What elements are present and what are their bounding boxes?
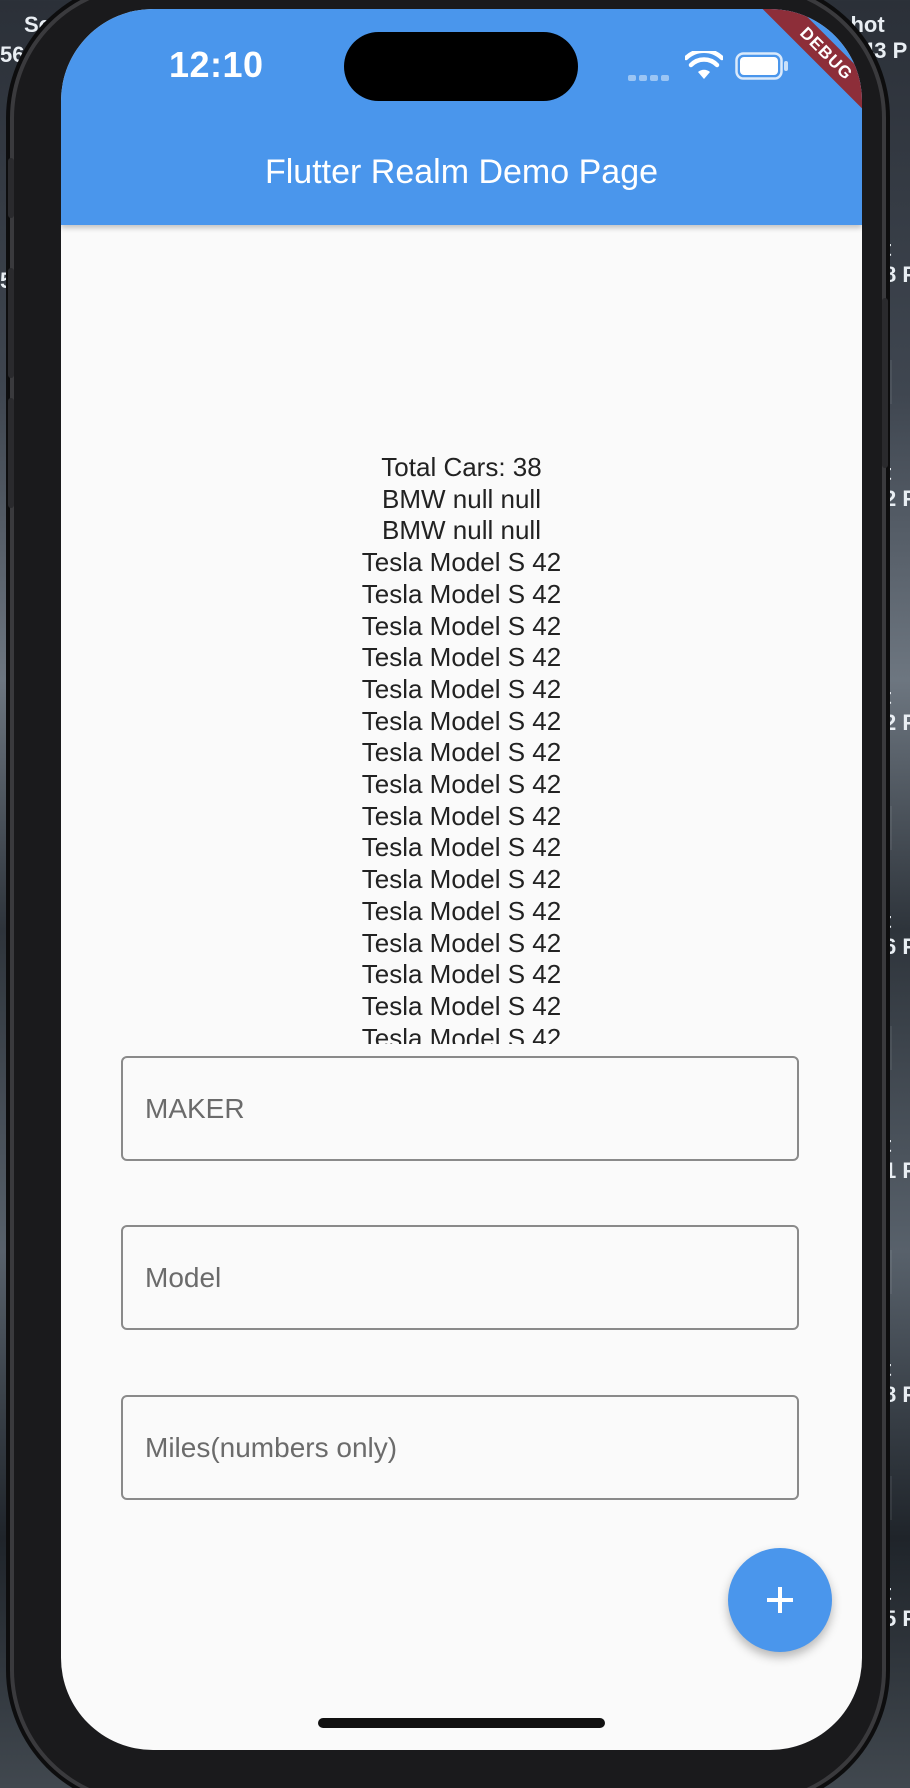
desktop-file-label[interactable]: t 5 P bbox=[884, 1580, 910, 1632]
desktop-file-label[interactable]: t 6 P bbox=[884, 908, 910, 960]
car-list-item: Tesla Model S 42 bbox=[361, 832, 562, 863]
desktop-file-label[interactable]: t 2 P bbox=[884, 684, 910, 736]
desktop-file-name: t bbox=[884, 1356, 892, 1381]
battery-icon bbox=[735, 52, 788, 80]
desktop-file-date: 8 P bbox=[884, 262, 910, 287]
cars-list[interactable]: Total Cars: 38 BMW null null BMW null null… bbox=[61, 452, 862, 1044]
car-list-item: Tesla Model S 42 bbox=[361, 610, 562, 641]
desktop-file-name: t bbox=[884, 1580, 892, 1605]
desktop-file-name: t bbox=[884, 908, 892, 933]
side-button bbox=[8, 268, 14, 378]
miles-input[interactable] bbox=[121, 1395, 799, 1500]
maker-input[interactable] bbox=[121, 1056, 799, 1161]
car-list-item: Tesla Model S 42 bbox=[361, 705, 562, 736]
desktop-window-strip bbox=[884, 1026, 892, 1070]
desktop-file-name: t bbox=[884, 1132, 892, 1157]
car-list-item: Tesla Model S 42 bbox=[361, 895, 562, 926]
phone-frame: 12:10 Flutter Realm Demo Page DEBUG Tota… bbox=[8, 0, 888, 1788]
desktop-file-date: 2 P bbox=[884, 486, 910, 511]
desktop-file-label[interactable]: t 1 P bbox=[884, 1132, 910, 1184]
desktop-file-date: 5 P bbox=[884, 1606, 910, 1631]
car-list-item: Tesla Model S 42 bbox=[361, 578, 562, 609]
app-bar: 12:10 Flutter Realm Demo Page bbox=[61, 9, 862, 225]
car-list-item: Tesla Model S 42 bbox=[361, 959, 562, 990]
desktop-window-strip bbox=[884, 806, 892, 850]
car-list-item: BMW null null bbox=[382, 515, 541, 546]
car-list-item: Tesla Model S 42 bbox=[361, 673, 562, 704]
side-button bbox=[882, 298, 888, 468]
desktop-file-label[interactable]: t 8 P bbox=[884, 236, 910, 288]
desktop-file-date: 1 P bbox=[884, 1158, 910, 1183]
desktop-file-date: 8 P bbox=[884, 1382, 910, 1407]
car-list-item: Tesla Model S 42 bbox=[361, 737, 562, 768]
app-bar-title: Flutter Realm Demo Page bbox=[264, 153, 659, 191]
car-list-item: BMW null null bbox=[382, 483, 541, 514]
home-indicator[interactable] bbox=[318, 1718, 605, 1728]
total-cars-count: Total Cars: 38 bbox=[381, 452, 542, 482]
car-list-item: Tesla Model S 42 bbox=[361, 769, 562, 800]
desktop-file-label[interactable]: t 2 P bbox=[884, 460, 910, 512]
side-button bbox=[8, 398, 14, 508]
status-time: 12:10 bbox=[169, 44, 264, 85]
car-list-item: Tesla Model S 42 bbox=[361, 927, 562, 958]
model-input[interactable] bbox=[121, 1225, 799, 1330]
car-list-item: Tesla Model S 42 bbox=[361, 1022, 562, 1044]
desktop-file-name: t bbox=[884, 236, 892, 261]
dynamic-island bbox=[344, 32, 578, 101]
car-list-item: Tesla Model S 42 bbox=[361, 547, 562, 578]
desktop-window-strip bbox=[884, 1476, 892, 1520]
car-list-item: Tesla Model S 42 bbox=[361, 864, 562, 895]
desktop-file-label[interactable]: t 8 P bbox=[884, 1356, 910, 1408]
car-list-item: Tesla Model S 42 bbox=[361, 800, 562, 831]
desktop-file-date: 2 P bbox=[884, 710, 910, 735]
desktop-file-date: 6 P bbox=[884, 934, 910, 959]
cellular-signal-icon bbox=[628, 68, 674, 81]
car-list-item: Tesla Model S 42 bbox=[361, 642, 562, 673]
desktop-window-strip bbox=[884, 1250, 892, 1294]
plus-icon bbox=[767, 1587, 793, 1613]
wifi-icon bbox=[685, 51, 723, 79]
car-list-item: Tesla Model S 42 bbox=[361, 990, 562, 1021]
desktop-file-name: t bbox=[884, 684, 892, 709]
add-car-button[interactable] bbox=[728, 1548, 832, 1652]
phone-screen: 12:10 Flutter Realm Demo Page DEBUG Tota… bbox=[61, 9, 862, 1750]
side-button bbox=[8, 158, 14, 218]
